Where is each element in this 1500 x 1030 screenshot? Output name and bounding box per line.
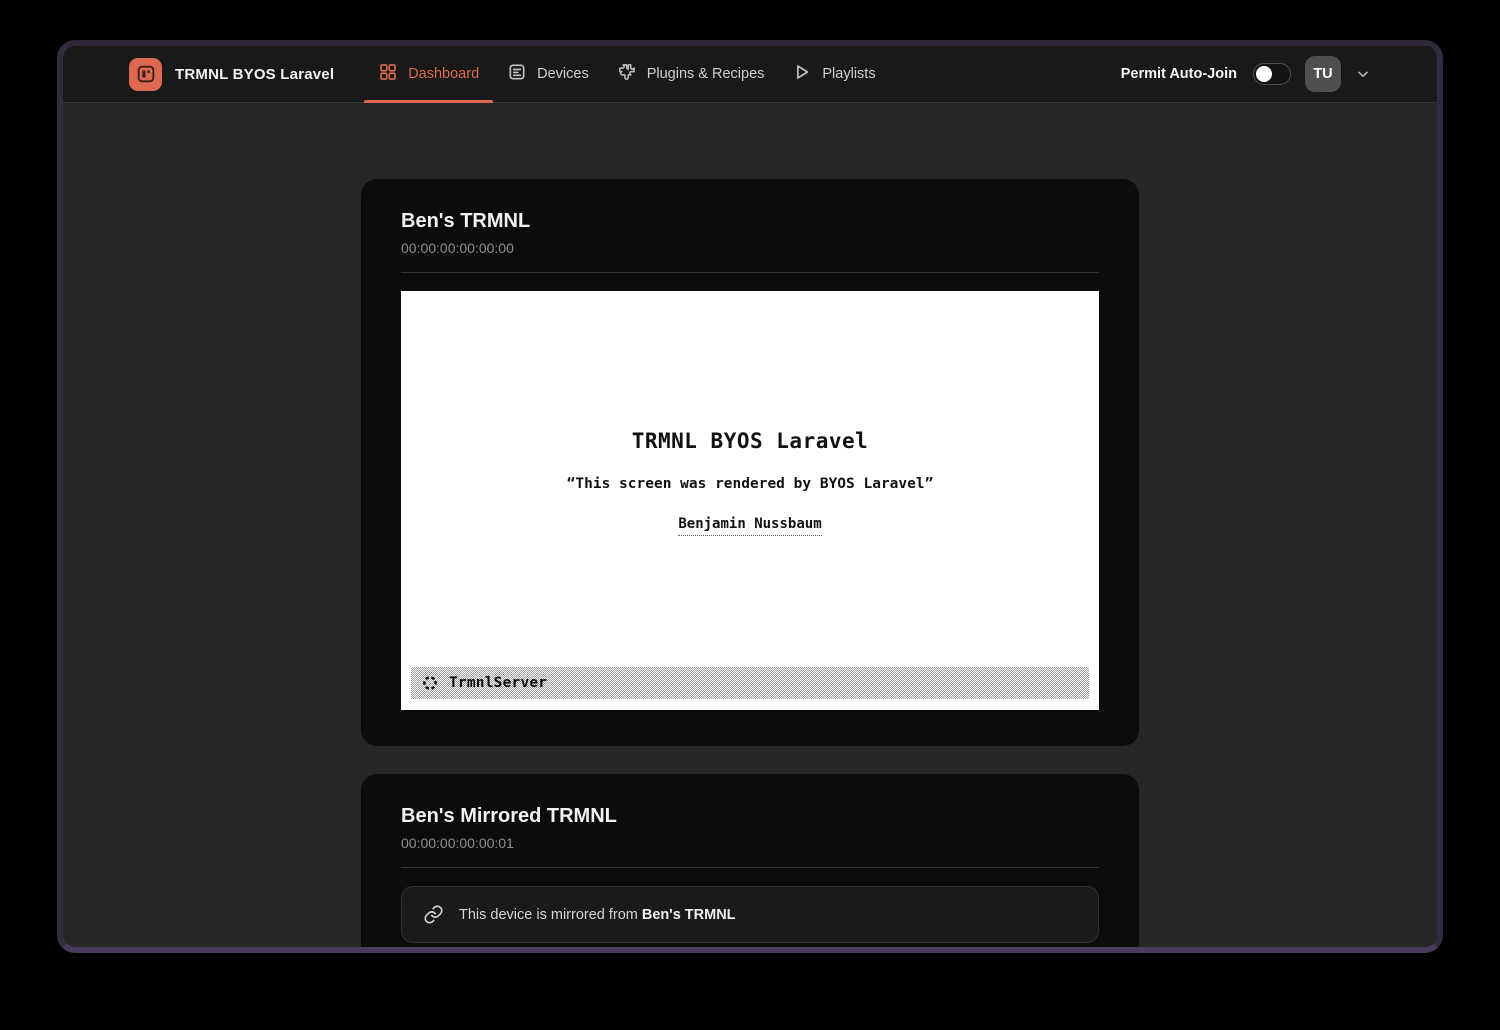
navbar: TRMNL BYOS Laravel Dashboard [63,46,1437,103]
screen-author-link: Benjamin Nussbaum [678,516,821,536]
trmnl-logo-icon [129,58,162,91]
tab-devices[interactable]: Devices [493,46,603,102]
brand-title: TRMNL BYOS Laravel [175,66,334,83]
device-screen-preview: TRMNL BYOS Laravel “This screen was rend… [401,291,1099,710]
device-list-icon [507,62,527,86]
toggle-knob [1256,66,1272,82]
device-mac-address: 00:00:00:00:00:01 [401,835,1099,851]
brand: TRMNL BYOS Laravel [129,46,334,102]
screen-status-bar: TrmnlServer [411,667,1089,699]
screen-content: TRMNL BYOS Laravel “This screen was rend… [401,429,1099,536]
screen-quote: “This screen was rendered by BYOS Larave… [401,476,1099,492]
dashboard-content: Ben's TRMNL 00:00:00:00:00:00 TRMNL BYOS… [63,103,1437,953]
spinner-icon [421,674,439,692]
mirror-source-device: Ben's TRMNL [638,907,736,923]
tab-dashboard-label: Dashboard [408,66,479,82]
tab-playlists-label: Playlists [822,66,875,82]
device-card-bens-trmnl: Ben's TRMNL 00:00:00:00:00:00 TRMNL BYOS… [361,179,1139,746]
tab-devices-label: Devices [537,66,589,82]
permit-auto-join-label: Permit Auto-Join [1121,66,1237,82]
divider [401,272,1099,273]
screen-author-row: Benjamin Nussbaum [401,513,1099,536]
mirror-notice: This device is mirrored fromBen's TRMNL [401,886,1099,943]
device-mac-address: 00:00:00:00:00:00 [401,240,1099,256]
device-name: Ben's TRMNL [401,210,1099,233]
tab-plugins-recipes-label: Plugins & Recipes [647,66,765,82]
grid-icon [378,62,398,86]
tab-playlists[interactable]: Playlists [778,46,889,102]
user-avatar[interactable]: TU [1305,56,1341,92]
chevron-down-icon[interactable] [1355,66,1371,82]
puzzle-icon [617,62,637,86]
play-icon [792,62,812,86]
link-icon [423,904,444,925]
tab-plugins-recipes[interactable]: Plugins & Recipes [603,46,779,102]
navbar-right: Permit Auto-Join TU [1121,46,1371,102]
divider [401,867,1099,868]
device-name: Ben's Mirrored TRMNL [401,805,1099,828]
mirror-notice-text: This device is mirrored fromBen's TRMNL [459,907,736,923]
nav-tabs: Dashboard Devices [364,46,889,102]
screen-badge-label: TrmnlServer [449,675,547,691]
screen-title: TRMNL BYOS Laravel [401,429,1099,453]
permit-auto-join-toggle[interactable] [1253,63,1291,85]
device-card-bens-mirrored-trmnl: Ben's Mirrored TRMNL 00:00:00:00:00:01 T… [361,774,1139,953]
app-window: TRMNL BYOS Laravel Dashboard [57,40,1443,953]
tab-dashboard[interactable]: Dashboard [364,46,493,102]
